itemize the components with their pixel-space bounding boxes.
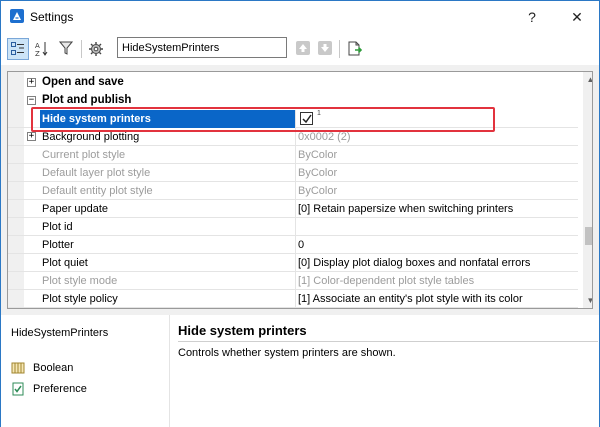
scroll-up-icon[interactable]: ▲	[583, 72, 592, 87]
categorized-view-icon	[11, 42, 24, 55]
property-value: ByColor	[298, 149, 338, 161]
settings-window: Settings ? ✕ A Z HideSystemPrinters + Op…	[0, 0, 600, 427]
description-title: Hide system printers	[178, 323, 307, 338]
arrow-up-icon	[296, 41, 310, 55]
alphabetical-view-button[interactable]: A Z	[32, 38, 54, 60]
description-text: Controls whether system printers are sho…	[178, 347, 396, 359]
svg-text:A: A	[35, 42, 40, 50]
type-label: Boolean	[33, 362, 74, 374]
export-button[interactable]	[344, 38, 366, 60]
property-row-plotter[interactable]: Plotter 0	[8, 236, 578, 254]
category-label: Preference	[33, 383, 87, 395]
help-button[interactable]: ?	[522, 7, 542, 27]
description-divider	[178, 341, 598, 342]
vertical-scrollbar[interactable]: ▲ ▼	[583, 72, 592, 308]
filter-icon	[59, 41, 73, 55]
column-divider	[295, 236, 296, 254]
description-panel: Hide system printers Controls whether sy…	[169, 315, 599, 427]
category-open-and-save[interactable]: + Open and save	[8, 74, 578, 92]
preference-icon	[11, 382, 25, 396]
search-input[interactable]	[117, 37, 287, 58]
next-button[interactable]	[315, 38, 337, 60]
category-label: Plot and publish	[42, 94, 132, 106]
toolbar-separator	[81, 40, 82, 58]
svg-text:Z: Z	[35, 50, 40, 57]
alphabetical-sort-icon: A Z	[35, 42, 48, 57]
bricscad-logo-icon	[10, 9, 24, 23]
column-divider	[295, 146, 296, 164]
info-meta-panel: HideSystemPrinters Boolean Preference	[1, 315, 169, 427]
window-title: Settings	[30, 10, 74, 24]
collapse-icon[interactable]: −	[27, 96, 36, 105]
gear-tool-icon	[89, 42, 103, 56]
property-row-plot-id[interactable]: Plot id	[8, 218, 578, 236]
arrow-down-icon	[318, 41, 332, 55]
property-value: 0x0002 (2)	[298, 131, 351, 143]
property-value[interactable]: [0] Display plot dialog boxes and nonfat…	[298, 257, 578, 269]
property-row-default-layer-plot-style[interactable]: Default layer plot style ByColor	[8, 164, 578, 182]
boolean-icon	[11, 361, 25, 375]
filter-button[interactable]	[56, 38, 78, 60]
column-divider	[295, 254, 296, 272]
close-button[interactable]: ✕	[567, 7, 587, 27]
property-row-plot-style-mode[interactable]: Plot style mode [1] Color-dependent plot…	[8, 272, 578, 290]
property-value[interactable]: [0] Retain papersize when switching prin…	[298, 203, 578, 215]
property-value[interactable]: [1] Associate an entity's plot style wit…	[298, 293, 578, 305]
scroll-down-icon[interactable]: ▼	[583, 293, 592, 308]
property-row-plot-style-policy[interactable]: Plot style policy [1] Associate an entit…	[8, 290, 578, 308]
previous-button[interactable]	[293, 38, 315, 60]
property-value: [1] Color-dependent plot style tables	[298, 275, 475, 287]
column-divider	[295, 200, 296, 218]
property-name: Plot style policy	[42, 293, 118, 305]
category-label: Open and save	[42, 76, 124, 88]
categorized-view-button[interactable]	[7, 38, 29, 60]
expand-icon[interactable]: +	[27, 78, 36, 87]
property-row-paper-update[interactable]: Paper update [0] Retain papersize when s…	[8, 200, 578, 218]
column-divider	[295, 272, 296, 290]
property-row-current-plot-style[interactable]: Current plot style ByColor	[8, 146, 578, 164]
column-divider	[295, 290, 296, 308]
settings-tool-button[interactable]	[85, 38, 107, 60]
column-divider	[295, 164, 296, 182]
property-row-default-entity-plot-style[interactable]: Default entity plot style ByColor	[8, 182, 578, 200]
title-bar: Settings ? ✕	[1, 1, 599, 32]
scroll-thumb[interactable]	[585, 227, 592, 245]
property-value[interactable]: 0	[298, 239, 578, 251]
column-divider	[295, 182, 296, 200]
toolbar: A Z	[1, 32, 599, 65]
export-icon	[348, 41, 363, 56]
variable-name: HideSystemPrinters	[11, 327, 109, 339]
property-value: ByColor	[298, 185, 338, 197]
highlight-annotation	[31, 107, 495, 132]
toolbar-separator	[339, 40, 340, 58]
column-divider	[295, 218, 296, 236]
property-row-plot-quiet[interactable]: Plot quiet [0] Display plot dialog boxes…	[8, 254, 578, 272]
expand-icon[interactable]: +	[27, 132, 36, 141]
property-value: ByColor	[298, 167, 338, 179]
